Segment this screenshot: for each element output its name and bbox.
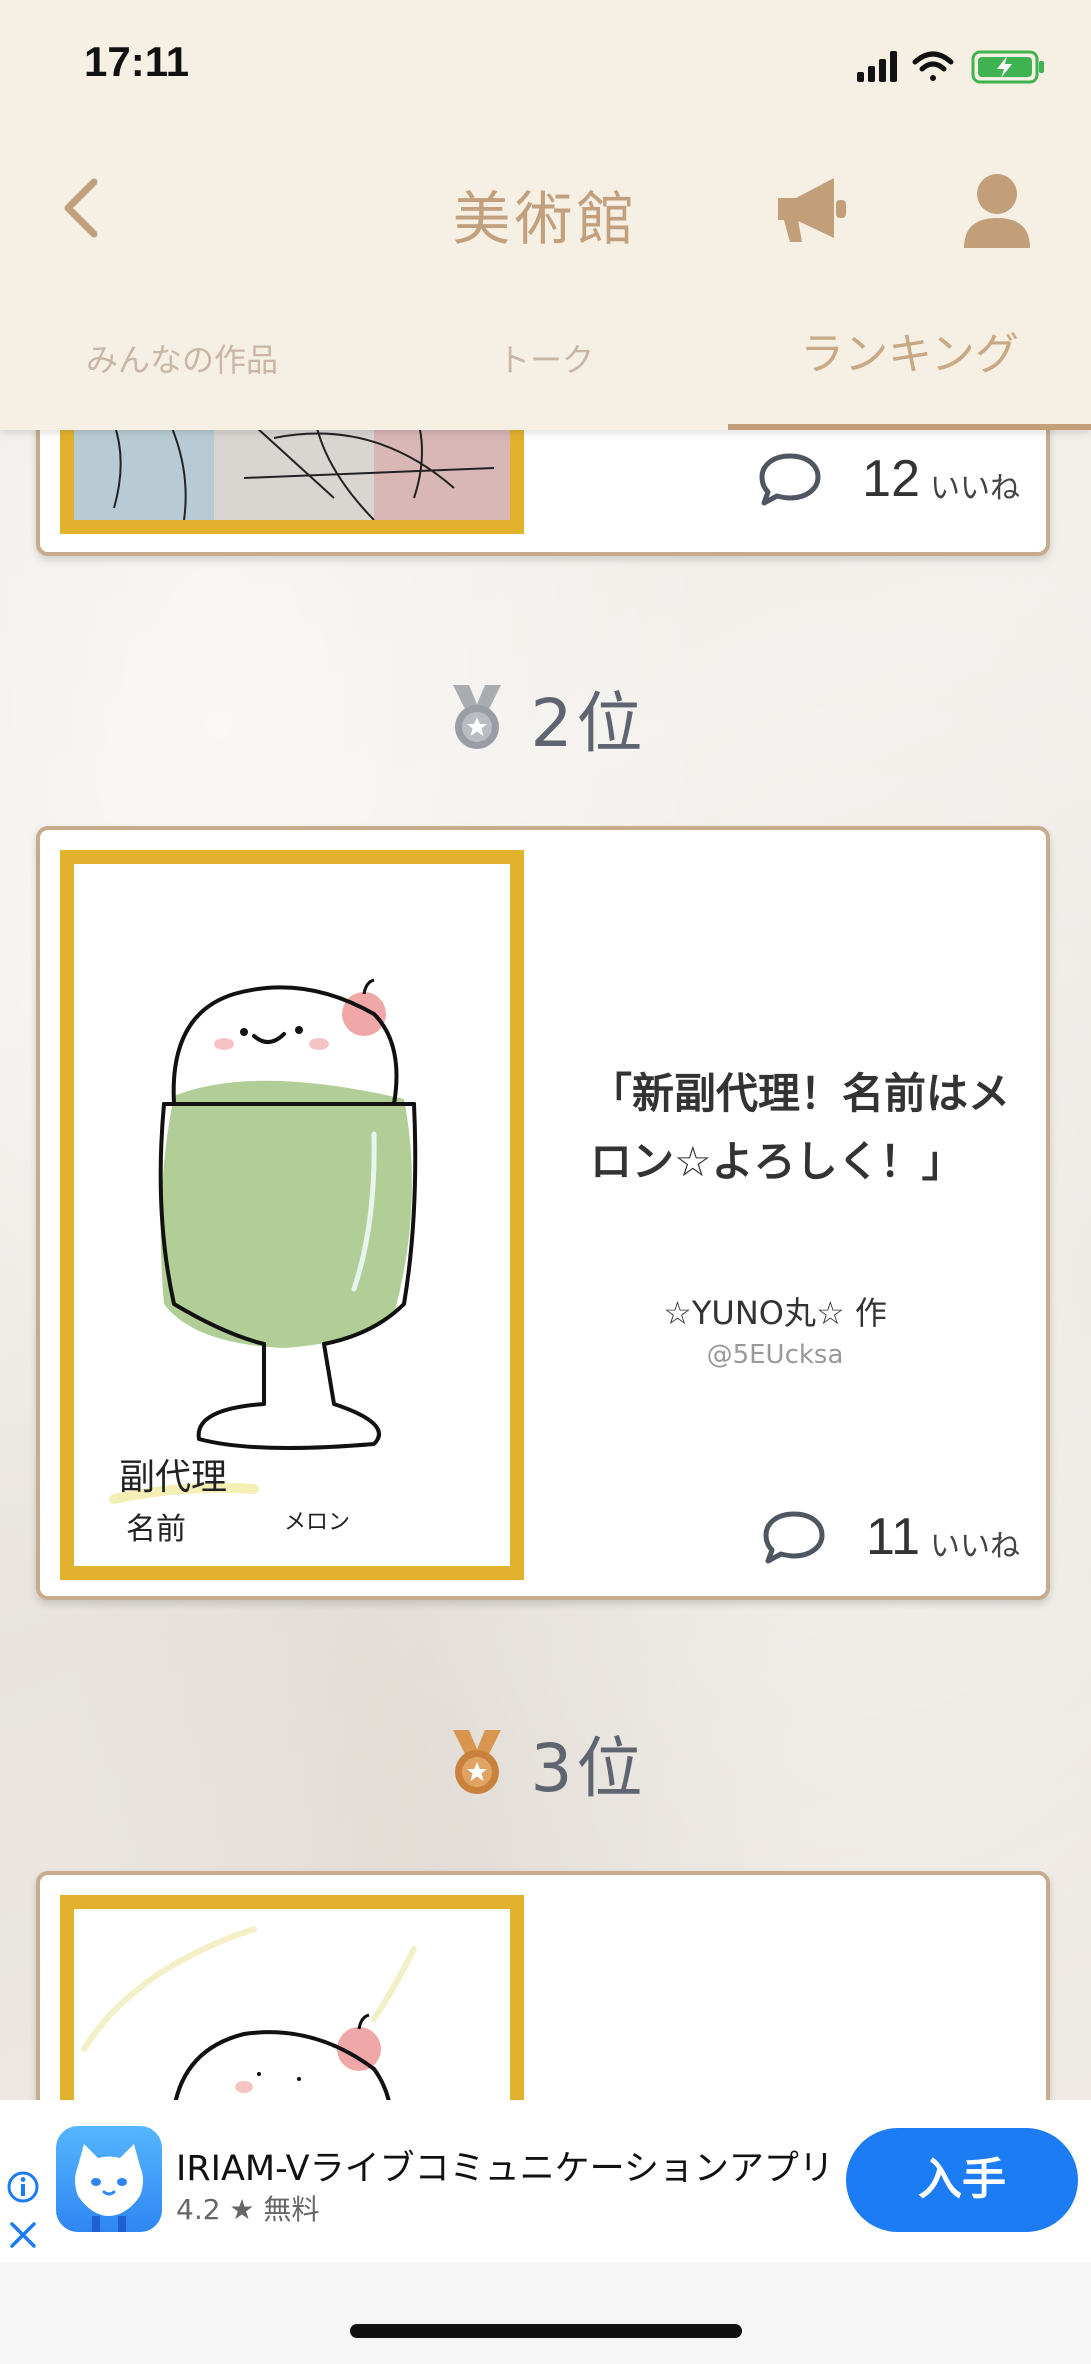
likes-row: 11 いいね [762, 1502, 1020, 1572]
signal-icon [857, 51, 897, 82]
drawing-text-3: メロン [284, 1510, 350, 1535]
home-area [0, 2262, 1091, 2364]
rank-label: 2位 [530, 685, 647, 762]
drawing-text-2: 名前 [126, 1512, 186, 1547]
bronze-medal-icon [452, 1730, 501, 1794]
likes-count: 12 [862, 450, 920, 508]
likes-row: 12 いいね [758, 444, 1020, 514]
close-icon[interactable] [8, 2220, 38, 2250]
artist-name[interactable]: ☆YUNO丸☆ 作 [530, 1288, 1020, 1334]
artwork-frame[interactable]: 副代理 名前 メロン [60, 850, 524, 1580]
rank-2-heading: 2位 [0, 670, 1091, 762]
tab-bar: みんなの作品 トーク ランキング [0, 320, 1091, 430]
artwork-title: 「新副代理！名前はメロン☆よろしく！」 [590, 1069, 1011, 1186]
silver-medal-icon [452, 685, 501, 749]
likes-unit: いいね [930, 471, 1020, 506]
rank-label: 3位 [530, 1730, 647, 1807]
active-tab-indicator [728, 424, 1091, 430]
page-title: 美術館 [452, 185, 639, 253]
ad-get-button[interactable]: 入手 [846, 2128, 1078, 2232]
megaphone-icon [778, 178, 846, 242]
ad-banner[interactable]: IRIAM-Vライブコミュニケーションアプリ 4.2 ★ 無料 入手 [0, 2100, 1091, 2262]
ad-rating: 4.2 ★ 無料 [176, 2193, 320, 2226]
tab-ranking[interactable]: ランキング [728, 320, 1091, 430]
profile-button[interactable] [962, 172, 1032, 252]
status-icons [851, 46, 1051, 86]
likes-unit: いいね [930, 1529, 1020, 1564]
likes-count: 11 [866, 1508, 920, 1566]
user-icon [964, 174, 1030, 248]
ad-app-icon[interactable] [56, 2126, 162, 2232]
tab-talk[interactable]: トーク [364, 320, 728, 430]
info-icon[interactable] [6, 2170, 40, 2204]
artist-handle: @5EUcksa [706, 1340, 844, 1370]
status-time: 17:11 [84, 38, 190, 85]
battery-icon [971, 50, 1044, 84]
ad-app-name: IRIAM-Vライブコミュニケーションアプリ [176, 2149, 834, 2189]
rank-3-heading: 3位 [0, 1715, 1091, 1807]
comment-bubble-icon[interactable] [758, 451, 822, 507]
announcement-button[interactable] [772, 170, 852, 250]
comment-bubble-icon[interactable] [762, 1509, 826, 1565]
tab-everyone-works[interactable]: みんなの作品 [0, 320, 364, 430]
drawing-text-1: 副代理 [119, 1457, 227, 1498]
artwork-image: 副代理 名前 メロン [74, 864, 510, 1566]
home-indicator[interactable] [350, 2324, 742, 2338]
app-header: 17:11 美術館 みんなの作品 トーク ランキング [0, 0, 1091, 430]
wifi-icon [912, 51, 954, 81]
ranking-card-2[interactable]: 副代理 名前 メロン 「新副代理！名前はメロン☆よろしく！」 ☆YUNO丸☆ 作… [36, 826, 1050, 1600]
